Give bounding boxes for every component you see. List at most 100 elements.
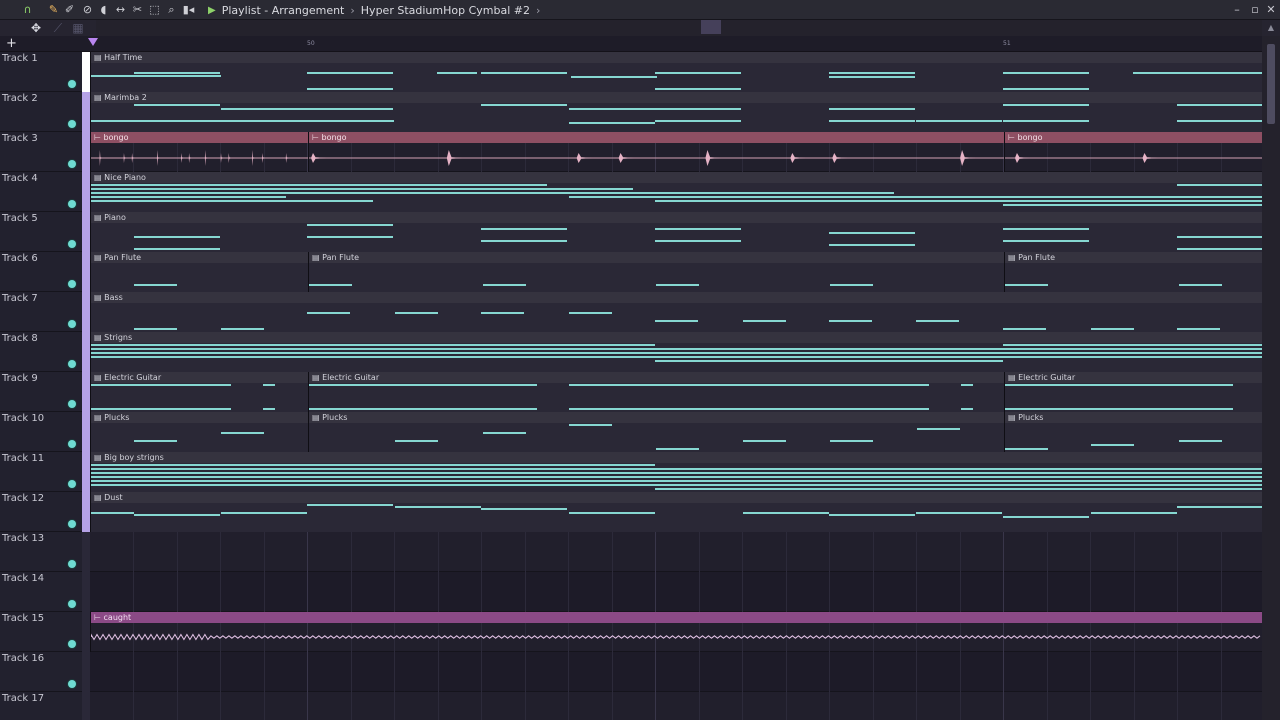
select-icon[interactable]: ⬚ (147, 2, 162, 17)
clip[interactable]: ▤ Big boy strigns (90, 452, 1262, 492)
track-enable-led-icon[interactable] (68, 440, 76, 448)
track-enable-led-icon[interactable] (68, 520, 76, 528)
track-grip[interactable] (82, 292, 90, 332)
clip[interactable]: ⊢ bongo (308, 132, 1004, 172)
clip-title[interactable]: ▤ Pan Flute (1005, 252, 1262, 263)
brush-icon[interactable]: ✐ (62, 2, 77, 17)
track-grip[interactable] (82, 652, 90, 692)
clip[interactable]: ▤ Strigns (90, 332, 1262, 372)
pattern-chevron-icon[interactable]: › (536, 4, 540, 17)
track-enable-led-icon[interactable] (68, 280, 76, 288)
track-grip[interactable] (82, 332, 90, 372)
slip-icon[interactable]: ↔ (113, 2, 128, 17)
track-enable-led-icon[interactable] (68, 120, 76, 128)
clip-title[interactable]: ▤ Bass (91, 292, 1262, 303)
clip[interactable]: ▤ Bass (90, 292, 1262, 332)
track-name[interactable]: Track 5 (2, 213, 38, 224)
clip[interactable]: ▤ Plucks (1004, 412, 1262, 452)
track-header[interactable]: Track 1 (0, 52, 90, 92)
clip[interactable]: ▤ Pan Flute (1004, 252, 1262, 292)
track-enable-led-icon[interactable] (68, 400, 76, 408)
minimize-button[interactable]: – (1228, 2, 1246, 18)
track-enable-led-icon[interactable] (68, 240, 76, 248)
track-name[interactable]: Track 17 (2, 693, 44, 704)
pencil-icon[interactable]: ✎ (46, 2, 61, 17)
track-name[interactable]: Track 7 (2, 293, 38, 304)
track-grip[interactable] (82, 692, 90, 720)
clip[interactable]: ▤ Nice Piano (90, 172, 1262, 212)
track-lane[interactable] (90, 572, 1262, 612)
clip-title[interactable]: ▤ Dust (91, 492, 1262, 503)
clip-title[interactable]: ▤ Half Time (91, 52, 1262, 63)
clip[interactable]: ⊢ bongo (1004, 132, 1262, 172)
clip-title[interactable]: ⊢ bongo (309, 132, 1004, 143)
grid-icon[interactable]: ▦ (70, 20, 86, 36)
track-name[interactable]: Track 11 (2, 453, 44, 464)
track-enable-led-icon[interactable] (68, 320, 76, 328)
track-grip[interactable] (82, 372, 90, 412)
play-pattern-icon[interactable]: ▶ (208, 5, 216, 16)
clip-title[interactable]: ▤ Nice Piano (91, 172, 1262, 183)
clip[interactable]: ▤ Electric Guitar (90, 372, 308, 412)
track-enable-led-icon[interactable] (68, 80, 76, 88)
clip-title[interactable]: ▤ Electric Guitar (1005, 372, 1262, 383)
clip-title[interactable]: ⊢ bongo (91, 132, 308, 143)
clip[interactable]: ▤ Plucks (308, 412, 1004, 452)
track-header[interactable]: Track 14 (0, 572, 90, 612)
track-enable-led-icon[interactable] (68, 680, 76, 688)
overview-position[interactable] (701, 20, 721, 34)
track-name[interactable]: Track 10 (2, 413, 44, 424)
mute-icon[interactable]: ◖ (96, 2, 111, 17)
track-grip[interactable] (82, 572, 90, 612)
clip[interactable]: ▤ Half Time (90, 52, 1262, 92)
track-name[interactable]: Track 9 (2, 373, 38, 384)
arrangement-area[interactable]: ▤ Half Time ▤ Marimba 2 ⊢ bongo ⊢ bongo ⊢ bo… (90, 52, 1262, 720)
playback-icon[interactable]: ▮◂ (181, 2, 196, 17)
track-header[interactable]: Track 16 (0, 652, 90, 692)
clip-title[interactable]: ▤ Electric Guitar (91, 372, 308, 383)
track-header[interactable]: Track 4 (0, 172, 90, 212)
track-grip[interactable] (82, 612, 90, 652)
track-name[interactable]: Track 4 (2, 173, 38, 184)
clip[interactable]: ▤ Marimba 2 (90, 92, 1262, 132)
track-enable-led-icon[interactable] (68, 560, 76, 568)
track-enable-led-icon[interactable] (68, 360, 76, 368)
clip-title[interactable]: ▤ Big boy strigns (91, 452, 1262, 463)
track-name[interactable]: Track 6 (2, 253, 38, 264)
add-track-icon[interactable]: + (6, 36, 17, 51)
delete-icon[interactable]: ⊘ (80, 2, 95, 17)
track-name[interactable]: Track 8 (2, 333, 38, 344)
playhead-marker[interactable] (88, 38, 98, 46)
scroll-up-icon[interactable]: ▲ (1262, 20, 1280, 36)
clip[interactable]: ▤ Plucks (90, 412, 308, 452)
move-tool-icon[interactable]: ✥ (28, 20, 44, 36)
track-enable-led-icon[interactable] (68, 160, 76, 168)
track-header[interactable]: Track 9 (0, 372, 90, 412)
track-header[interactable]: Track 5 (0, 212, 90, 252)
clip[interactable]: ▤ Pan Flute (90, 252, 308, 292)
clip-title[interactable]: ▤ Piano (91, 212, 1262, 223)
track-header[interactable]: Track 15 (0, 612, 90, 652)
clip-title[interactable]: ▤ Plucks (1005, 412, 1262, 423)
track-header[interactable]: Track 13 (0, 532, 90, 572)
clip[interactable]: ⊢ bongo (90, 132, 308, 172)
vertical-scrollbar[interactable] (1262, 36, 1280, 720)
track-name[interactable]: Track 15 (2, 613, 44, 624)
track-grip[interactable] (82, 412, 90, 452)
track-lane[interactable] (90, 692, 1262, 720)
track-header[interactable]: Track 6 (0, 252, 90, 292)
track-enable-led-icon[interactable] (68, 480, 76, 488)
clip-title[interactable]: ▤ Marimba 2 (91, 92, 1262, 103)
clip-title[interactable]: ⊢ caught (91, 612, 1262, 623)
track-header[interactable]: Track 3 (0, 132, 90, 172)
track-grip[interactable] (82, 52, 90, 92)
track-header[interactable]: Track 10 (0, 412, 90, 452)
clip[interactable]: ▤ Piano (90, 212, 1262, 252)
track-grip[interactable] (82, 132, 90, 172)
track-enable-led-icon[interactable] (68, 640, 76, 648)
track-header[interactable]: Track 12 (0, 492, 90, 532)
track-header[interactable]: Track 8 (0, 332, 90, 372)
timeline-ruler[interactable]: + 50 51 (0, 36, 1262, 52)
zoom-icon[interactable]: ⌕ (164, 2, 179, 17)
track-name[interactable]: Track 14 (2, 573, 44, 584)
